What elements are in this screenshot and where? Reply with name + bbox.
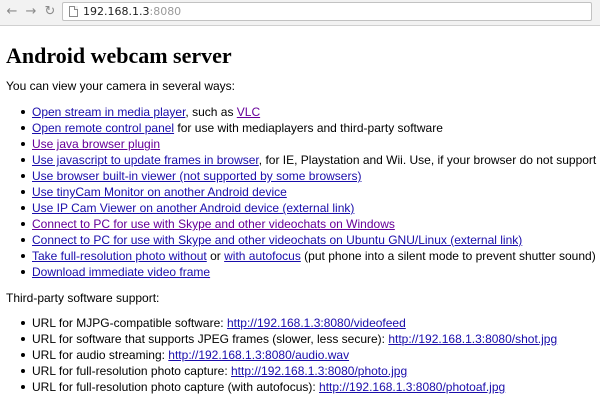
remote-control-panel-link[interactable]: Open remote control panel [32, 121, 174, 135]
list-item: Take full-resolution photo without or wi… [21, 248, 600, 264]
list-item: URL for MJPG-compatible software: http:/… [21, 315, 600, 331]
list-item: Use javascript to update frames in brows… [21, 152, 600, 168]
ipcam-viewer-link[interactable]: Use IP Cam Viewer on another Android dev… [32, 201, 354, 215]
support-heading: Third-party software support: [6, 291, 160, 305]
java-plugin-link[interactable]: Use java browser plugin [32, 137, 160, 151]
list-text: URL for audio streaming: [32, 348, 169, 362]
back-arrow-icon[interactable]: ← [4, 4, 20, 20]
list-text: for use with mediaplayers and third-part… [174, 121, 443, 135]
photo-url-link[interactable]: http://192.168.1.3:8080/photo.jpg [231, 364, 407, 378]
reload-icon[interactable]: ↻ [42, 4, 58, 20]
url-port: :8080 [149, 5, 182, 18]
tinycam-link[interactable]: Use tinyCam Monitor on another Android d… [32, 185, 287, 199]
list-text: URL for full-resolution photo capture: [32, 364, 231, 378]
download-frame-link[interactable]: Download immediate video frame [32, 265, 210, 279]
list-item: URL for full-resolution photo capture (w… [21, 379, 600, 395]
mjpg-url-link[interactable]: http://192.168.1.3:8080/videofeed [227, 316, 406, 330]
list-item: Open stream in media player, such as VLC [21, 104, 600, 120]
open-stream-link[interactable]: Open stream in media player [32, 105, 185, 119]
list-text: URL for software that supports JPEG fram… [32, 332, 389, 346]
list-item: Download immediate video frame [21, 264, 600, 280]
list-item: Open remote control panel for use with m… [21, 120, 600, 136]
photo-af-url-link[interactable]: http://192.168.1.3:8080/photoaf.jpg [319, 380, 505, 394]
list-text: URL for full-resolution photo capture (w… [32, 380, 320, 394]
page-title: Android webcam server [6, 43, 232, 68]
support-urls-list: URL for MJPG-compatible software: http:/… [6, 315, 600, 395]
javascript-viewer-link[interactable]: Use javascript to update frames in brows… [32, 153, 259, 167]
connect-windows-link[interactable]: Connect to PC for use with Skype and oth… [32, 217, 395, 231]
list-text: (put phone into a silent mode to prevent… [300, 249, 596, 263]
list-item: URL for audio streaming: http://192.168.… [21, 347, 600, 363]
forward-arrow-icon[interactable]: → [23, 4, 39, 20]
list-item: URL for full-resolution photo capture: h… [21, 363, 600, 379]
list-item: URL for software that supports JPEG fram… [21, 331, 600, 347]
connect-ubuntu-link[interactable]: Connect to PC for use with Skype and oth… [32, 233, 522, 247]
intro-text: You can view your camera in several ways… [6, 79, 235, 93]
list-item: Use tinyCam Monitor on another Android d… [21, 184, 600, 200]
list-text: , for IE, Playstation and Wii. Use, if y… [258, 153, 597, 167]
list-item: Connect to PC for use with Skype and oth… [21, 232, 600, 248]
page-content: Android webcam server You can view your … [6, 44, 600, 395]
jpeg-url-link[interactable]: http://192.168.1.3:8080/shot.jpg [388, 332, 557, 346]
photo-with-af-link[interactable]: with autofocus [224, 249, 301, 263]
list-text: , such as [185, 105, 237, 119]
page-icon [69, 6, 78, 17]
vlc-link[interactable]: VLC [237, 105, 260, 119]
list-item: Use IP Cam Viewer on another Android dev… [21, 200, 600, 216]
photo-without-af-link[interactable]: Take full-resolution photo without [32, 249, 207, 263]
list-item: Use browser built-in viewer (not support… [21, 168, 600, 184]
list-item: Connect to PC for use with Skype and oth… [21, 216, 600, 232]
url-host: 192.168.1.3 [83, 5, 150, 18]
list-item: Use java browser plugin [21, 136, 600, 152]
audio-url-link[interactable]: http://192.168.1.3:8080/audio.wav [168, 348, 349, 362]
browser-toolbar: ← → ↻ 192.168.1.3:8080 [0, 0, 600, 26]
builtin-viewer-link[interactable]: Use browser built-in viewer (not support… [32, 169, 361, 183]
address-bar[interactable]: 192.168.1.3:8080 [62, 2, 592, 21]
address-url[interactable]: 192.168.1.3:8080 [83, 4, 181, 19]
list-text: or [206, 249, 225, 263]
viewing-options-list: Open stream in media player, such as VLC… [6, 104, 600, 280]
list-text: URL for MJPG-compatible software: [32, 316, 227, 330]
